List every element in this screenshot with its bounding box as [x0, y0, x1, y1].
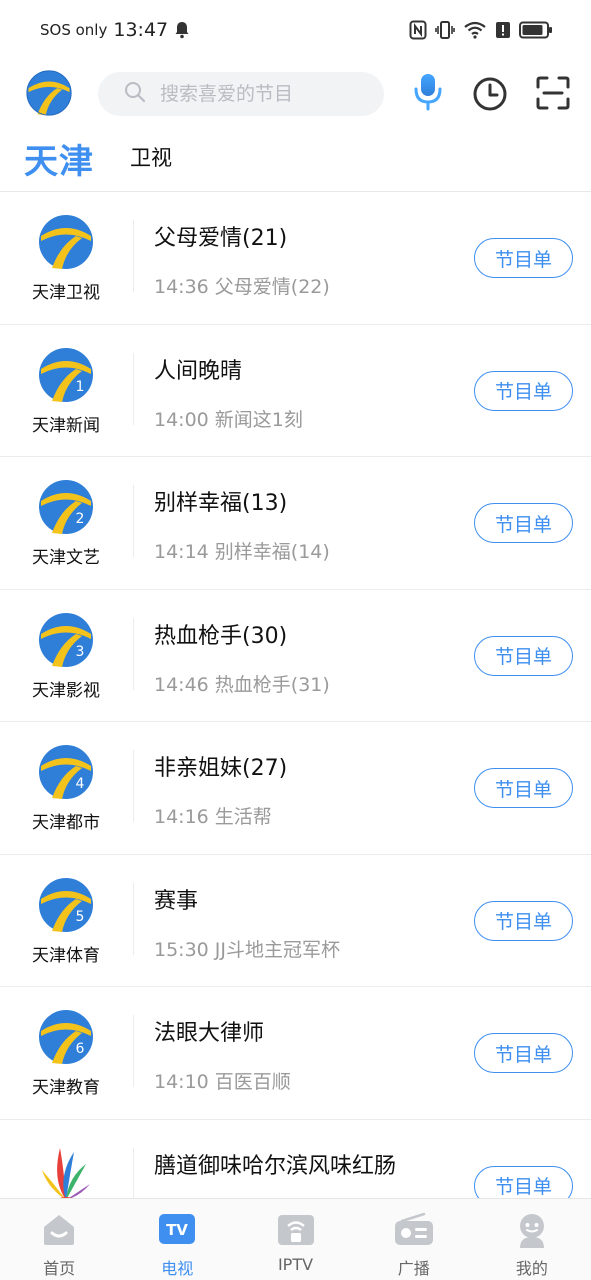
next-program: 15:30 JJ斗地主冠军杯 [154, 938, 341, 961]
divider [133, 750, 134, 822]
carrier-text: SOS only [40, 21, 108, 39]
channel-name: 天津影视 [32, 680, 100, 701]
divider [133, 617, 134, 690]
channel-row[interactable]: 2 天津文艺 别样幸福(13) 14:14 别样幸福(14) 节目单 [0, 457, 591, 590]
channel-row[interactable]: 3 天津影视 热血枪手(30) 14:46 热血枪手(31) 节目单 [0, 590, 591, 722]
channel-badge: 5 [76, 909, 85, 925]
divider [133, 352, 134, 425]
alert-icon [495, 20, 511, 40]
tab-tianjin[interactable]: 天津 [24, 134, 94, 183]
nav-label: 电视 [161, 1259, 194, 1278]
channel-logo-icon: 1 [38, 347, 94, 403]
current-program: 非亲姐妹(27) [154, 756, 288, 781]
nav-profile[interactable]: 我的 [473, 1199, 591, 1280]
program-guide-button[interactable]: 节目单 [474, 1033, 573, 1073]
history-clock-icon[interactable] [472, 76, 508, 116]
nav-iptv[interactable]: IPTV [236, 1199, 354, 1280]
channel-logo-icon: 6 [38, 1009, 94, 1065]
current-program: 人间晚晴 [154, 358, 243, 384]
divider [133, 1015, 134, 1087]
search-bar[interactable] [98, 72, 384, 116]
channel-badge: 2 [76, 511, 85, 527]
top-header [0, 66, 591, 122]
wifi-icon [463, 20, 487, 40]
channel-row[interactable]: 1 天津新闻 人间晚晴 14:00 新闻这1刻 节目单 [0, 325, 591, 457]
channel-name: 天津体育 [32, 945, 100, 966]
channel-tabs: 天津 卫视 [0, 132, 591, 188]
app-screen: SOS only 13:47 搜索喜爱的节目 天津 卫视 天津卫视 父母爱情(2… [0, 0, 591, 1280]
channel-row[interactable]: 5 天津体育 赛事 15:30 JJ斗地主冠军杯 节目单 [0, 855, 591, 987]
program-guide-button[interactable]: 节目单 [474, 635, 573, 676]
next-program: 14:16 生活帮 [154, 806, 272, 828]
program-guide-button[interactable]: 节目单 [474, 900, 573, 941]
channel-name: 天津新闻 [32, 415, 100, 436]
tianjin-logo-icon[interactable] [26, 70, 72, 116]
program-guide-button[interactable]: 节目单 [474, 238, 573, 278]
next-program: 14:00 新闻这1刻 [154, 408, 303, 431]
divider [133, 220, 134, 292]
channel-name: 天津卫视 [32, 283, 100, 303]
search-icon [124, 81, 146, 107]
channel-logo-icon: 2 [38, 479, 94, 535]
channel-name: 天津文艺 [32, 548, 100, 568]
channel-name: 天津都市 [32, 813, 100, 833]
channel-badge: 4 [76, 776, 85, 792]
channel-row[interactable]: 6 天津教育 法眼大律师 14:10 百医百顺 节目单 [0, 987, 591, 1120]
channel-badge: 1 [76, 379, 85, 395]
colorful-channel-logo-icon [38, 1140, 94, 1198]
bottom-navigation: 首页 TV 电视 IPTV 广播 我的 [0, 1198, 591, 1280]
current-program: 赛事 [154, 888, 199, 914]
nav-radio[interactable]: 广播 [355, 1199, 473, 1280]
status-bar: SOS only 13:47 [0, 0, 591, 60]
status-time: 13:47 [113, 19, 169, 41]
channel-row[interactable]: 膳道御味哈尔滨风味红肠 节目单 [0, 1120, 591, 1198]
channel-list: 天津卫视 父母爱情(21) 14:36 父母爱情(22) 节目单 1 天津新闻 … [0, 192, 591, 1198]
program-guide-button[interactable]: 节目单 [474, 1165, 573, 1198]
nav-label: 首页 [43, 1259, 76, 1278]
next-program: 14:46 热血枪手(31) [154, 673, 330, 696]
channel-row[interactable]: 天津卫视 父母爱情(21) 14:36 父母爱情(22) 节目单 [0, 192, 591, 325]
tv-icon: TV [158, 1213, 196, 1249]
vibrate-icon [435, 20, 455, 40]
channel-logo-icon [38, 214, 94, 270]
program-guide-button[interactable]: 节目单 [474, 370, 573, 411]
notification-bell-icon [174, 21, 190, 39]
current-program: 别样幸福(13) [154, 491, 288, 516]
channel-logo-icon: 5 [38, 877, 94, 933]
profile-icon [514, 1213, 550, 1253]
nfc-icon [409, 20, 427, 40]
next-program: 14:10 百医百顺 [154, 1071, 291, 1093]
channel-logo-icon: 4 [38, 744, 94, 800]
svg-text:TV: TV [166, 1221, 188, 1239]
next-program: 14:14 别样幸福(14) [154, 541, 330, 563]
channel-name: 天津教育 [32, 1078, 100, 1098]
radio-icon [394, 1212, 434, 1251]
scan-icon[interactable] [536, 76, 570, 114]
microphone-icon[interactable] [412, 72, 444, 116]
nav-label: IPTV [277, 1255, 314, 1274]
current-program: 父母爱情(21) [154, 226, 288, 251]
next-program: 14:36 父母爱情(22) [154, 276, 330, 298]
nav-label: 我的 [515, 1259, 548, 1278]
divider [133, 882, 134, 955]
nav-home[interactable]: 首页 [0, 1199, 118, 1280]
channel-badge: 6 [76, 1041, 85, 1057]
nav-label: 广播 [397, 1259, 430, 1278]
channel-row[interactable]: 4 天津都市 非亲姐妹(27) 14:16 生活帮 节目单 [0, 722, 591, 855]
battery-icon [519, 21, 553, 39]
current-program: 膳道御味哈尔滨风味红肠 [154, 1153, 397, 1179]
channel-logo-icon: 3 [38, 612, 94, 668]
nav-tv[interactable]: TV 电视 [118, 1199, 236, 1280]
home-icon [41, 1213, 77, 1251]
current-program: 法眼大律师 [154, 1021, 265, 1046]
divider [133, 1147, 134, 1198]
program-guide-button[interactable]: 节目单 [474, 503, 573, 543]
program-guide-button[interactable]: 节目单 [474, 768, 573, 808]
channel-badge: 3 [76, 644, 85, 660]
iptv-icon [277, 1213, 315, 1251]
divider [133, 485, 134, 557]
tab-satellite[interactable]: 卫视 [130, 142, 172, 172]
current-program: 热血枪手(30) [154, 623, 288, 649]
search-input[interactable] [160, 83, 360, 105]
